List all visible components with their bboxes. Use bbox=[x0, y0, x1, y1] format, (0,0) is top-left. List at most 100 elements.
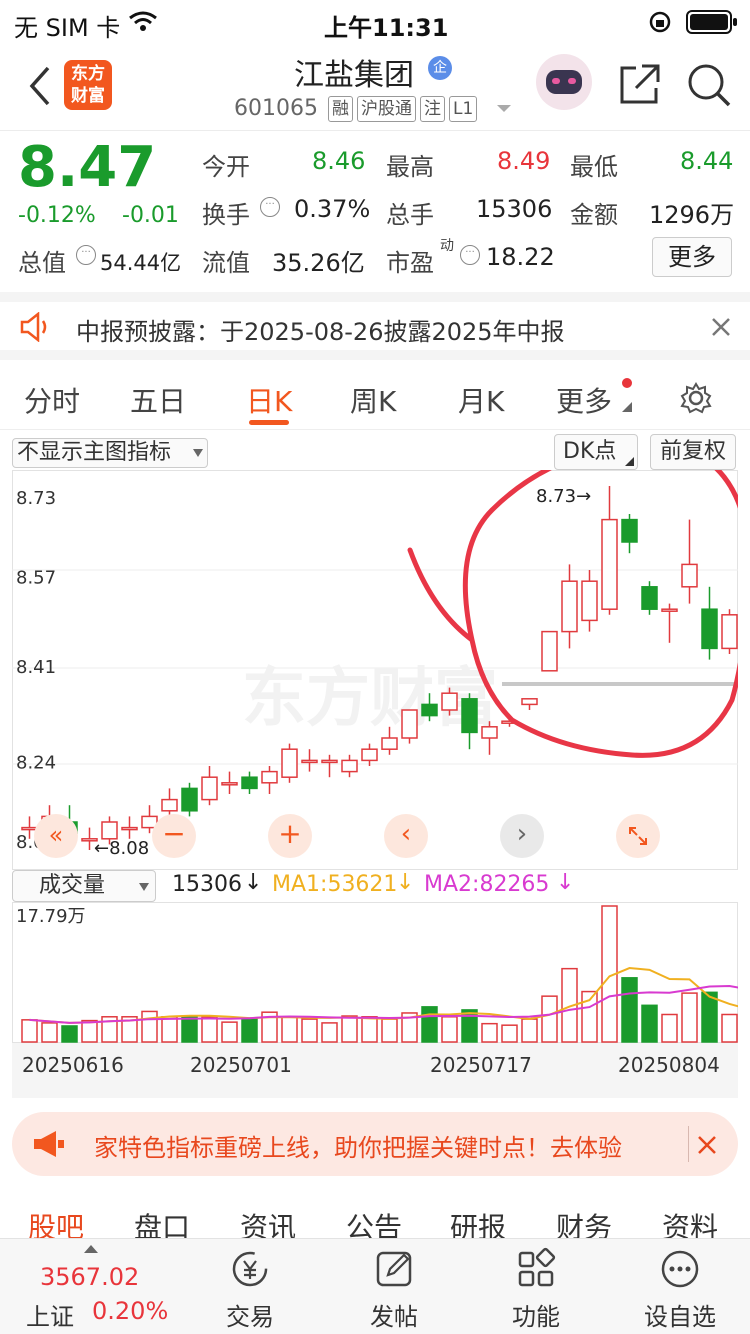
share-icon[interactable] bbox=[618, 62, 662, 106]
candle-body bbox=[181, 787, 198, 812]
notice-bar[interactable]: 中报预披露：于2025-08-26披露2025年中报 bbox=[0, 292, 750, 360]
volume-bar bbox=[701, 991, 718, 1043]
candle-body bbox=[621, 518, 638, 543]
tab-monthly-k[interactable]: 月K bbox=[458, 380, 504, 420]
tab-more[interactable]: 更多 bbox=[556, 380, 612, 420]
volume-bar bbox=[141, 1010, 158, 1043]
tab-five-day[interactable]: 五日 bbox=[130, 380, 186, 420]
enterprise-badge: 企 bbox=[428, 56, 452, 80]
zoom-out-icon[interactable]: − bbox=[152, 814, 196, 858]
x-label-3: 20250804 bbox=[618, 1053, 720, 1077]
settings-gear-icon[interactable] bbox=[680, 382, 712, 414]
volume-panel: 成交量 15306 ↓ MA1:53621 ↓ MA2:82265 ↓ 17.7… bbox=[12, 868, 738, 1098]
chevron-right-icon[interactable]: › bbox=[500, 814, 544, 858]
volume-bar bbox=[681, 992, 698, 1043]
candle-body bbox=[321, 759, 338, 764]
volume-bar bbox=[21, 1019, 38, 1043]
candle-body bbox=[421, 703, 438, 717]
volume-value: 15306 bbox=[476, 195, 553, 223]
volume-bar bbox=[521, 1018, 538, 1043]
add-watchlist-button[interactable]: 设自选 bbox=[638, 1247, 722, 1332]
volume-bar bbox=[301, 1018, 318, 1043]
volume-chart: 17.79万 20250616 20250701 20250717 202508… bbox=[12, 902, 738, 1098]
chart-watermark: 东方财富 bbox=[242, 662, 498, 734]
scroll-start-icon[interactable]: « bbox=[34, 814, 78, 858]
adjust-button[interactable]: 前复权 bbox=[650, 434, 736, 470]
volume-bar bbox=[441, 1016, 458, 1043]
zoom-in-icon[interactable]: + bbox=[268, 814, 312, 858]
candle-body bbox=[381, 737, 398, 750]
tab-intraday[interactable]: 分时 bbox=[24, 380, 80, 420]
volume-bar bbox=[341, 1015, 358, 1043]
search-icon[interactable] bbox=[686, 62, 732, 108]
turnover-label: 换手 bbox=[202, 201, 250, 229]
volume-bar bbox=[41, 1022, 58, 1043]
candle-body bbox=[441, 692, 458, 711]
low-value: 8.44 bbox=[680, 147, 734, 175]
volume-bar bbox=[281, 1016, 298, 1043]
close-icon[interactable] bbox=[712, 318, 730, 336]
volume-bar bbox=[721, 1013, 738, 1043]
tab-weekly-k[interactable]: 周K bbox=[350, 380, 396, 420]
index-name: 上证 bbox=[26, 1303, 74, 1331]
candle-body bbox=[681, 563, 698, 588]
tab-daily-k[interactable]: 日K bbox=[246, 380, 292, 420]
edit-icon bbox=[376, 1251, 412, 1287]
volume-bar bbox=[481, 1022, 498, 1043]
volume-selector[interactable]: 成交量 bbox=[12, 870, 156, 902]
volume-bar bbox=[621, 977, 638, 1043]
high-label: 最高 bbox=[386, 153, 434, 181]
kline-chart[interactable]: 东方财富 8.738.578.418.248.08 8.73→ ←8.08 bbox=[12, 470, 738, 870]
low-label: 最低 bbox=[570, 153, 618, 181]
trade-button[interactable]: 交易 bbox=[210, 1247, 290, 1332]
dropdown-caret-icon[interactable] bbox=[496, 104, 512, 114]
volume-bar bbox=[81, 1019, 98, 1043]
pe-dynamic-sup: 动 bbox=[440, 238, 454, 254]
back-arrow-icon[interactable] bbox=[26, 66, 52, 106]
candle-body bbox=[401, 709, 418, 739]
info-dots-icon[interactable]: ··· bbox=[260, 197, 280, 217]
status-bar: 无 SIM 卡 上午11:31 bbox=[0, 0, 750, 44]
candle-body bbox=[661, 608, 678, 612]
notice-text: 中报预披露：于2025-08-26披露2025年中报 bbox=[76, 318, 565, 346]
candle-body bbox=[341, 759, 358, 773]
stock-header: 东方 财富 江盐集团 企 601065 融 沪股通 注 L1 bbox=[0, 44, 750, 130]
info-dots-icon[interactable]: ··· bbox=[76, 245, 96, 265]
volume-label: 总手 bbox=[386, 201, 434, 229]
dk-button-label: DK点 bbox=[563, 439, 617, 464]
add-watchlist-label: 设自选 bbox=[644, 1303, 716, 1331]
tag-registered: 注 bbox=[420, 96, 445, 122]
y-axis-label: 8.24 bbox=[16, 752, 56, 773]
assistant-robot-icon[interactable] bbox=[536, 54, 592, 110]
fullscreen-icon[interactable] bbox=[616, 814, 660, 858]
min-price-label: ←8.08 bbox=[94, 838, 149, 859]
volume-bar bbox=[361, 1016, 378, 1043]
total-value: 54.44亿 bbox=[100, 251, 182, 275]
promo-banner[interactable]: 家特色指标重磅上线，助你把握关键时点！去体验 bbox=[12, 1112, 738, 1176]
close-icon[interactable] bbox=[698, 1136, 716, 1154]
candle-body bbox=[121, 826, 138, 831]
volume-total: 15306 bbox=[172, 872, 242, 897]
post-label: 发帖 bbox=[370, 1303, 418, 1331]
indicator-select[interactable]: 不显示主图指标 bbox=[12, 438, 208, 468]
chevron-left-icon[interactable]: ‹ bbox=[384, 814, 428, 858]
more-button[interactable]: 更多 bbox=[652, 237, 732, 277]
x-label-2: 20250717 bbox=[430, 1053, 532, 1077]
active-tab-indicator bbox=[249, 420, 289, 425]
corner-caret-icon bbox=[625, 457, 634, 466]
functions-button[interactable]: 功能 bbox=[496, 1247, 576, 1332]
index-value[interactable]: 3567.02 bbox=[40, 1263, 139, 1291]
kline-chart-panel: 不显示主图指标 DK点 前复权 东方财富 8.738.578.418.248.0… bbox=[12, 430, 738, 870]
dk-button[interactable]: DK点 bbox=[554, 434, 638, 470]
candle-body bbox=[521, 698, 538, 706]
open-label: 今开 bbox=[202, 153, 250, 181]
stock-name: 江盐集团 bbox=[294, 58, 414, 93]
post-button[interactable]: 发帖 bbox=[354, 1247, 434, 1332]
candle-body bbox=[301, 759, 318, 764]
volume-bar bbox=[661, 1013, 678, 1043]
promo-text: 家特色指标重磅上线，助你把握关键时点！去体验 bbox=[94, 1134, 622, 1162]
y-axis-label: 8.73 bbox=[16, 488, 56, 509]
volume-bar bbox=[61, 1025, 78, 1043]
orientation-lock-icon bbox=[649, 11, 671, 33]
info-dots-icon[interactable]: ··· bbox=[460, 245, 480, 265]
